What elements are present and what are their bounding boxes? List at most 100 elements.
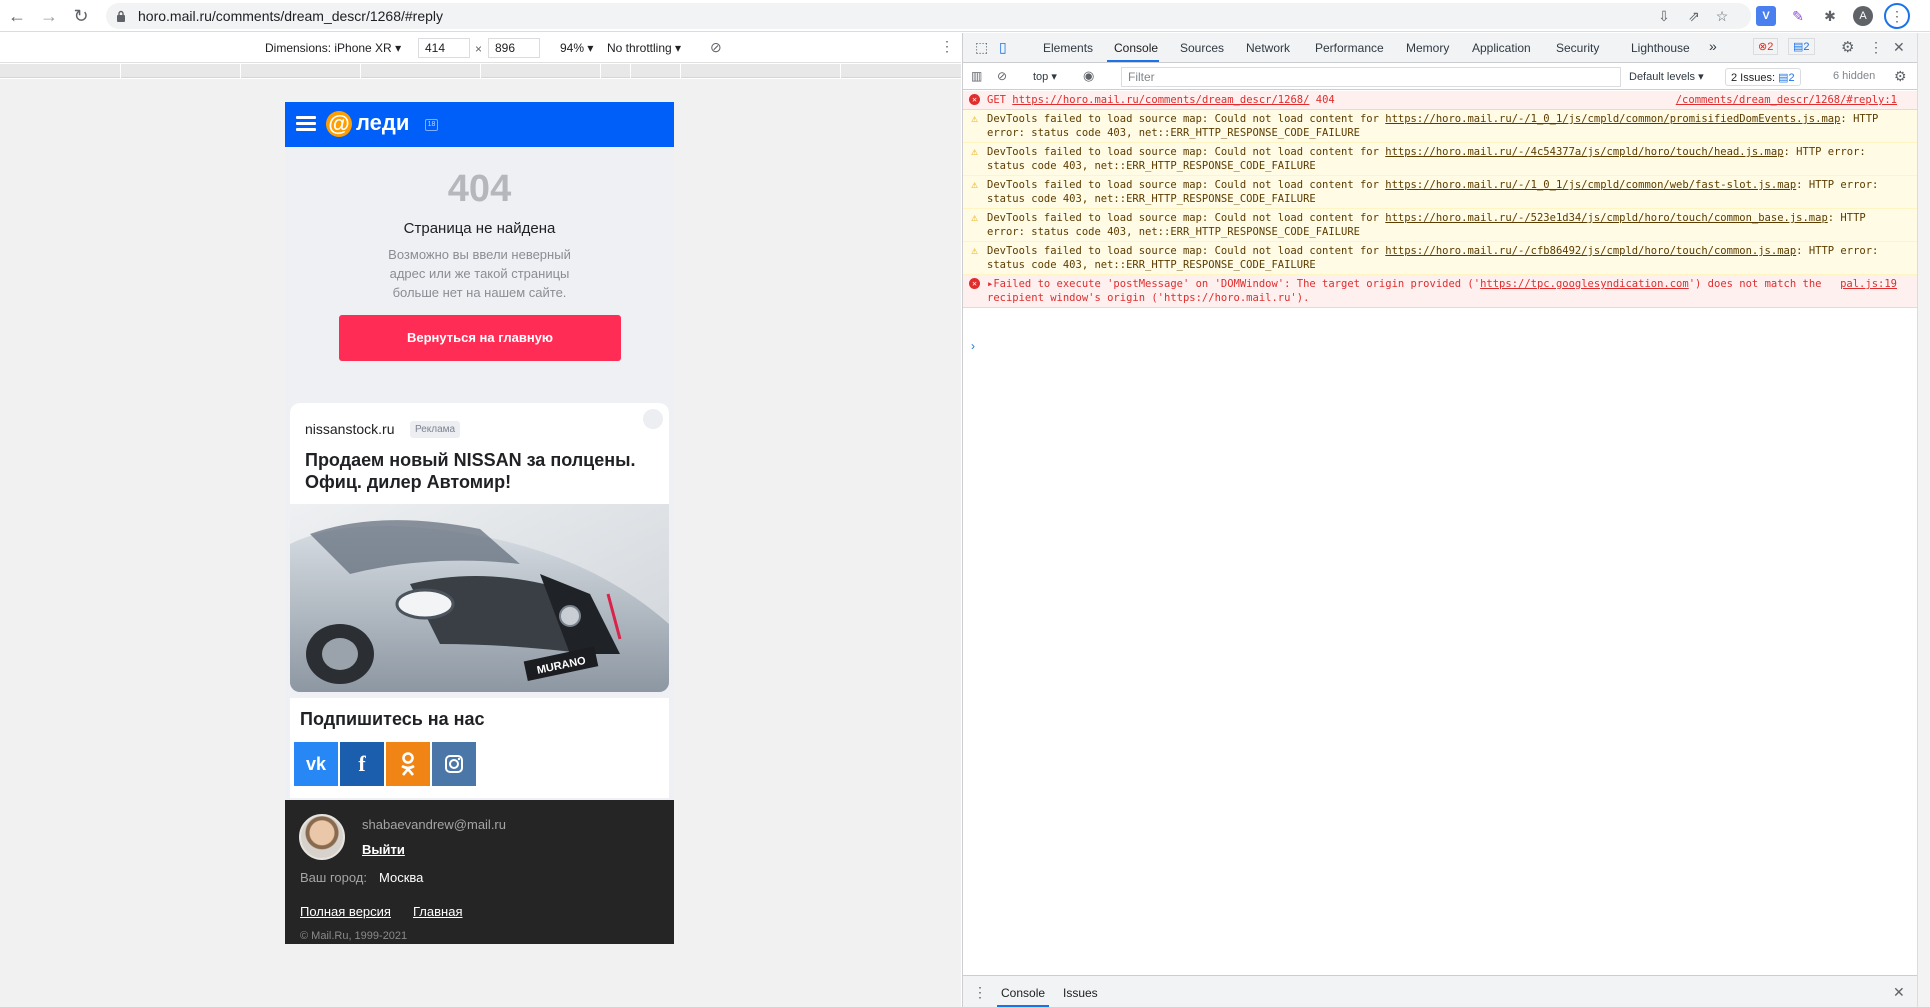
share-icon[interactable]: ⇗ [1684,6,1704,26]
extension-pen-icon[interactable]: ✎ [1788,6,1808,26]
close-drawer-icon[interactable]: ✕ [1893,984,1905,1001]
ad-close-icon[interactable] [643,409,663,429]
extensions-puzzle-icon[interactable]: ✱ [1820,6,1840,26]
ad-car-image[interactable]: MURANO [290,504,669,692]
console-message-err[interactable]: ✕ GET https://horo.mail.ru/comments/dream… [963,91,1917,110]
levels-select[interactable]: Default levels ▾ [1629,70,1704,83]
warning-icon: ⚠ [971,244,978,257]
main-page-link[interactable]: Главная [413,904,462,919]
device-toggle-icon[interactable]: ▯ [999,39,1007,56]
console-message-warn[interactable]: ⚠ DevTools failed to load source map: Cou… [963,242,1917,275]
error-icon: ✕ [969,278,980,289]
drawer-tab-console[interactable]: Console [1001,986,1045,1000]
devtools-menu-icon[interactable]: ⋮ [1869,39,1883,56]
user-avatar[interactable] [299,814,345,860]
ad-title[interactable]: Продаем новый NISSAN за полцены. Офиц. д… [305,449,655,493]
ad-card[interactable]: nissanstock.ru Реклама Продаем новый NIS… [290,403,669,692]
drawer-menu-icon[interactable]: ⋮ [973,984,987,1001]
device-select[interactable]: Dimensions: iPhone XR ▾ [265,41,401,55]
console-message-warn[interactable]: ⚠ DevTools failed to load source map: Cou… [963,143,1917,176]
site-logo-text[interactable]: леди [356,110,409,136]
warning-icon: ⚠ [971,112,978,125]
lock-icon[interactable] [116,10,126,22]
console-settings-icon[interactable]: ⚙ [1894,68,1907,85]
message-source-link[interactable]: pal.js:19 [1840,277,1897,291]
console-message-err[interactable]: ✕ ▸Failed to execute 'postMessage' on 'DO… [963,275,1917,308]
forward-button[interactable]: → [36,3,62,29]
clear-console-icon[interactable]: ⊘ [997,69,1007,83]
site-footer: shabaevandrew@mail.ru Выйти Ваш город: М… [285,800,674,944]
age-badge-icon: 18 [425,119,438,131]
tab-console[interactable]: Console [1114,41,1158,55]
window-edge [1917,33,1930,1007]
tab-network[interactable]: Network [1246,41,1290,55]
city-value[interactable]: Москва [379,870,423,885]
inspect-element-icon[interactable]: ⬚ [975,39,988,56]
url-text: horo.mail.ru/comments/dream_descr/1268/#… [138,8,444,24]
menu-icon[interactable] [296,116,316,132]
console-message-warn[interactable]: ⚠ DevTools failed to load source map: Cou… [963,110,1917,143]
browser-menu-icon[interactable]: ⋮ [1884,3,1910,29]
message-link[interactable]: https://horo.mail.ru/-/1_0_1/js/cmpld/co… [1385,113,1840,125]
console-filter-input[interactable]: Filter [1121,67,1621,87]
sidebar-toggle-icon[interactable]: ▥ [971,69,982,83]
message-link[interactable]: https://tpc.googlesyndication.com [1480,278,1689,290]
message-link[interactable]: https://horo.mail.ru/comments/dream_desc… [1012,94,1309,106]
message-link[interactable]: https://horo.mail.ru/-/523e1d34/js/cmpld… [1385,212,1828,224]
instagram-icon[interactable] [432,742,476,786]
ad-domain[interactable]: nissanstock.ru [305,421,394,437]
throttling-select[interactable]: No throttling ▾ [607,41,681,55]
more-tabs-icon[interactable]: » [1709,38,1717,54]
mail-at-logo[interactable]: @ [326,111,352,137]
hidden-count: 6 hidden [1833,70,1876,82]
tab-performance[interactable]: Performance [1315,41,1384,55]
zoom-select[interactable]: 94% ▾ [560,41,593,55]
tab-lighthouse[interactable]: Lighthouse [1631,41,1690,55]
logout-link[interactable]: Выйти [362,842,405,857]
height-input[interactable]: 896 [488,38,540,58]
context-select[interactable]: top ▾ [1033,70,1057,83]
drawer-tab-issues[interactable]: Issues [1063,986,1098,1000]
tab-memory[interactable]: Memory [1406,41,1449,55]
tab-security[interactable]: Security [1556,41,1599,55]
extension-v-icon[interactable]: V [1756,6,1776,26]
back-button[interactable]: ← [4,3,30,29]
rotate-icon[interactable]: ⊘ [710,39,722,56]
message-text: DevTools failed to load source map: Coul… [987,212,1386,224]
message-source-link[interactable]: /comments/dream_descr/1268/#reply:1 [1676,93,1897,107]
message-text: DevTools failed to load source map: Coul… [987,245,1386,257]
console-prompt[interactable]: › [971,339,975,353]
subscribe-block: Подпишитесь на нас vk f [290,698,669,798]
vk-icon[interactable]: vk [294,742,338,786]
console-message-warn[interactable]: ⚠ DevTools failed to load source map: Cou… [963,176,1917,209]
media-query-ruler[interactable] [0,64,961,78]
city-label: Ваш город: [300,870,367,885]
full-version-link[interactable]: Полная версия [300,904,391,919]
error-count-badge[interactable]: ⊗2 [1753,38,1779,55]
error-description: Возможно вы ввели неверный адрес или же … [388,247,571,300]
message-link[interactable]: https://horo.mail.ru/-/1_0_1/js/cmpld/co… [1385,179,1796,191]
tab-sources[interactable]: Sources [1180,41,1224,55]
facebook-icon[interactable]: f [340,742,384,786]
odnoklassniki-icon[interactable] [386,742,430,786]
close-devtools-icon[interactable]: ✕ [1893,39,1905,56]
message-link[interactable]: https://horo.mail.ru/-/4c54377a/js/cmpld… [1385,146,1783,158]
back-home-button[interactable]: Вернуться на главную [339,315,621,361]
eye-icon[interactable]: ◉ [1083,68,1094,84]
issues-badge[interactable]: 2 Issues: ▤2 [1725,68,1801,86]
message-link[interactable]: https://horo.mail.ru/-/cfb86492/js/cmpld… [1385,245,1796,257]
install-icon[interactable]: ⇩ [1654,6,1674,26]
console-message-warn[interactable]: ⚠ DevTools failed to load source map: Cou… [963,209,1917,242]
tab-elements[interactable]: Elements [1043,41,1093,55]
device-more-icon[interactable]: ⋮ [940,38,954,55]
width-input[interactable]: 414 [418,38,470,58]
address-bar[interactable]: horo.mail.ru/comments/dream_descr/1268/#… [106,3,1751,29]
reload-button[interactable]: ↻ [68,3,94,29]
message-count-badge[interactable]: ▤2 [1788,38,1815,55]
warning-icon: ⚠ [971,145,978,158]
tab-application[interactable]: Application [1472,41,1531,55]
copyright: © Mail.Ru, 1999-2021 [300,930,408,942]
settings-gear-icon[interactable]: ⚙ [1841,38,1854,56]
profile-avatar[interactable]: A [1853,6,1873,26]
bookmark-star-icon[interactable]: ☆ [1712,6,1732,26]
